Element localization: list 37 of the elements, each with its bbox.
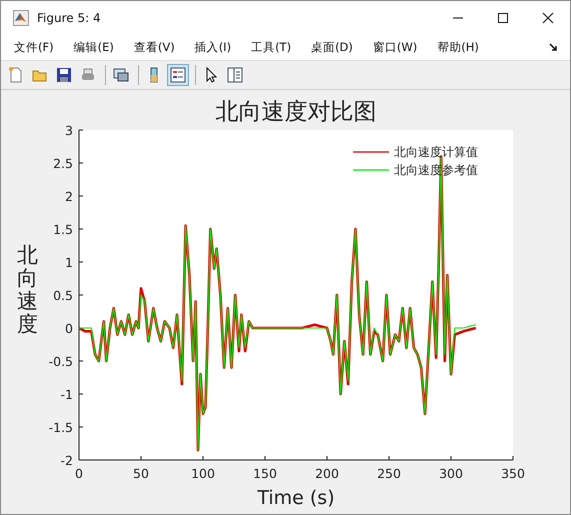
y-tick-label: -2 [60,453,73,468]
y-tick-label: 3 [65,123,73,138]
menu-item[interactable]: 帮助(H) [434,38,482,57]
window-title: Figure 5: 4 [37,11,101,25]
y-tick-label: -0.5 [48,354,73,369]
menu-item[interactable]: 桌面(D) [308,38,356,57]
y-tick-label: -1.5 [48,420,73,435]
app-logo-icon [13,10,29,26]
legend-label: 北向速度计算值 [394,145,478,159]
y-tick-label: 1 [65,255,73,270]
x-tick-label: 150 [253,466,277,481]
x-tick-label: 250 [377,466,401,481]
x-tick-label: 100 [191,466,215,481]
y-tick-label: -1 [60,387,73,402]
x-tick-label: 50 [133,466,149,481]
y-tick-label: 0 [65,321,73,336]
menu-item[interactable]: 查看(V) [130,38,178,57]
y-tick-label: 2 [65,189,73,204]
dock-arrow-icon[interactable] [549,43,558,52]
y-tick-label: 2.5 [53,156,73,171]
close-icon[interactable] [542,12,554,24]
x-tick-label: 350 [501,466,525,481]
y-tick-label: 1.5 [53,222,73,237]
menu-item[interactable]: 编辑(E) [70,38,117,57]
chart-title: 北向速度对比图 [216,99,376,125]
menu-item[interactable]: 工具(T) [248,38,294,57]
x-tick-label: 0 [75,466,83,481]
x-tick-label: 300 [439,466,463,481]
y-tick-label: 0.5 [53,288,73,303]
y-axis-label: 北向速度 [17,244,39,336]
x-tick-label: 200 [315,466,339,481]
menu-item[interactable]: 文件(F) [11,38,57,57]
menu-item[interactable]: 插入(I) [192,38,234,57]
menu-item[interactable]: 窗口(W) [370,38,420,57]
legend-icon[interactable] [167,64,189,86]
maximize-icon[interactable] [497,12,509,24]
x-axis-label: Time (s) [257,487,335,509]
